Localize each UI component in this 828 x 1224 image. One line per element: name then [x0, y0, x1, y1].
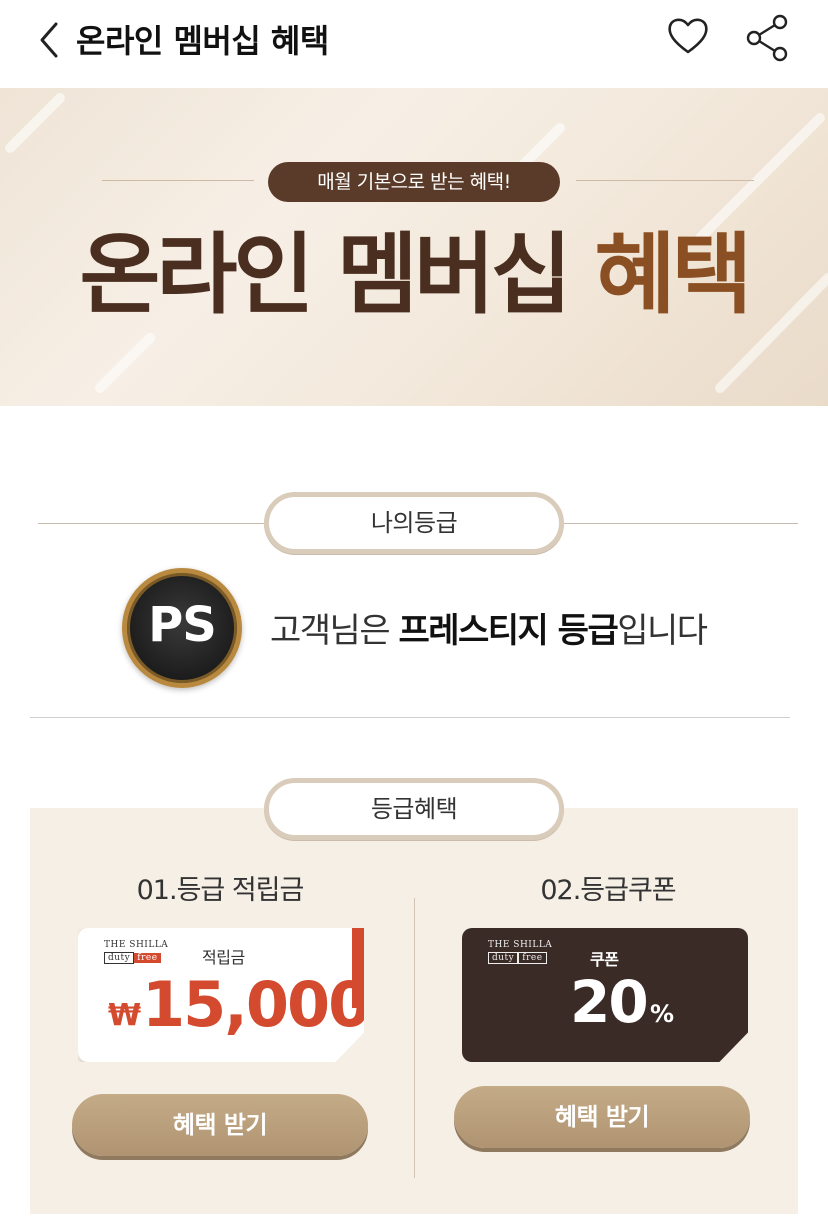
grade-name: 프레스티지 등급	[398, 611, 618, 651]
banner-rule-right	[576, 180, 754, 181]
heart-icon	[668, 18, 708, 54]
banner-title-main: 온라인 멤버십	[79, 223, 572, 326]
benefit-title-coupon: 02.등급쿠폰	[540, 875, 676, 906]
benefit-title-points: 01.등급 적립금	[136, 875, 305, 906]
points-amount: 15,000	[142, 968, 370, 1041]
banner-title: 온라인 멤버십 혜택	[0, 220, 828, 330]
chevron-left-icon	[40, 22, 58, 58]
grade-message-prefix: 고객님은	[270, 611, 399, 651]
divider	[30, 717, 790, 718]
brand-logo: THE SHILLA duty free	[104, 940, 168, 964]
brand-logo-free: free	[134, 953, 161, 963]
brand-logo-free: free	[518, 952, 547, 964]
brand-logo-duty: duty	[488, 952, 519, 964]
points-card-label: 적립금	[202, 948, 245, 967]
hero-banner: 매월 기본으로 받는 혜택! 온라인 멤버십 혜택	[0, 88, 828, 406]
coupon-unit: %	[650, 1000, 675, 1028]
brand-logo: THE SHILLA duty free	[488, 940, 552, 964]
claim-points-button[interactable]: 혜택 받기	[72, 1094, 368, 1156]
banner-rule-left	[102, 180, 254, 181]
claim-coupon-button[interactable]: 혜택 받기	[454, 1086, 750, 1148]
currency-symbol: ₩	[108, 998, 141, 1033]
points-card: THE SHILLA duty free 적립금 ₩ 15,000	[78, 928, 364, 1062]
column-divider	[414, 898, 415, 1178]
my-grade-section-label: 나의등급	[264, 492, 564, 554]
brand-logo-duty: duty	[104, 952, 135, 964]
app-header: 온라인 멤버십 혜택	[0, 0, 828, 88]
coupon-amount: 20	[570, 968, 649, 1036]
grade-message: 고객님은 프레스티지 등급입니다	[270, 603, 708, 652]
coupon-card: THE SHILLA duty free 쿠폰 20 %	[462, 928, 748, 1062]
grade-badge-text: PS	[148, 597, 217, 653]
coupon-card-label: 쿠폰	[590, 950, 619, 969]
wishlist-button[interactable]	[664, 14, 712, 58]
brand-logo-name: THE SHILLA	[104, 940, 169, 950]
page-title: 온라인 멤버십 혜택	[76, 22, 329, 60]
share-button[interactable]	[742, 12, 794, 62]
grade-badge: PS	[122, 568, 242, 688]
back-button[interactable]	[34, 20, 64, 60]
grade-benefits-section-label: 등급혜택	[264, 778, 564, 840]
share-icon	[746, 14, 788, 62]
banner-title-highlight: 혜택	[594, 223, 753, 326]
brand-logo-name: THE SHILLA	[488, 940, 553, 950]
banner-tagline: 매월 기본으로 받는 혜택!	[268, 162, 560, 202]
grade-message-suffix: 입니다	[617, 611, 708, 651]
